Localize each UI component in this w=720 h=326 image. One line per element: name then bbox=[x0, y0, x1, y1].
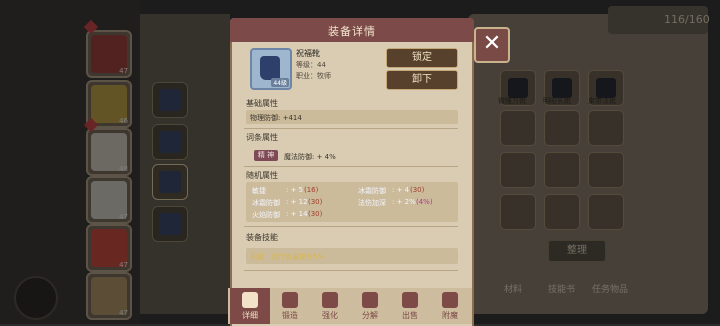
random-attr-max: (30) bbox=[410, 186, 425, 194]
tab-enchant[interactable]: 附魔 bbox=[430, 288, 470, 324]
affix-chip: 精 神 bbox=[254, 150, 278, 161]
divider bbox=[244, 128, 458, 129]
divider bbox=[244, 226, 458, 227]
item-class: 职业：牧师 bbox=[296, 72, 331, 80]
random-attr-label: 法伤加深 bbox=[358, 199, 386, 207]
skill-title: 装备技能 bbox=[246, 233, 278, 242]
base-attr-title: 基础属性 bbox=[246, 99, 278, 108]
random-attr-value: : + 5 bbox=[286, 186, 304, 194]
random-attr-value: : + 4 bbox=[392, 186, 410, 194]
tab-label: 锻造 bbox=[282, 311, 298, 320]
arrow-up-icon bbox=[322, 292, 338, 308]
random-attr-label: 敏捷 bbox=[252, 187, 266, 195]
tab-label: 详细 bbox=[242, 311, 258, 320]
close-button[interactable]: ✕ bbox=[474, 27, 510, 63]
tab-sell[interactable]: 出售 bbox=[390, 288, 430, 324]
random-attr-label: 冰霜防御 bbox=[358, 187, 386, 195]
random-attr-label: 冰霜防御 bbox=[252, 199, 280, 207]
random-attr-title: 随机属性 bbox=[246, 171, 278, 180]
item-level-badge: 44級 bbox=[271, 78, 289, 87]
tab-label: 分解 bbox=[362, 311, 378, 320]
divider bbox=[244, 270, 458, 271]
hammer-icon bbox=[362, 292, 378, 308]
tab-label: 附魔 bbox=[442, 311, 458, 320]
affix-attr-line: 魔法防御: + 4% bbox=[284, 153, 336, 161]
random-attr-max: (30) bbox=[308, 198, 323, 206]
base-attr-line: 物理防御: +414 bbox=[250, 114, 302, 122]
base-attr-box: 物理防御: +414 bbox=[246, 110, 458, 124]
tab-detail[interactable]: 详细 bbox=[230, 288, 270, 324]
tab-label: 强化 bbox=[322, 311, 338, 320]
random-attr-value: : + 12 bbox=[286, 198, 308, 206]
random-attr-max: (4%) bbox=[416, 198, 433, 206]
skill-line: 祝福：治疗效果提升5% bbox=[250, 253, 325, 261]
anvil-icon bbox=[282, 292, 298, 308]
random-attr-value: : + 14 bbox=[286, 210, 308, 218]
affix-attr-title: 词条属性 bbox=[246, 133, 278, 142]
divider bbox=[244, 166, 458, 167]
modal-tab-bar: 详细 锻造 强化 分解 出售 附魔 bbox=[228, 288, 472, 324]
tab-decompose[interactable]: 分解 bbox=[350, 288, 390, 324]
lock-button[interactable]: 锁定 bbox=[386, 48, 458, 68]
modal-title: 装备详情 bbox=[328, 25, 376, 38]
random-attr-max: (16) bbox=[304, 186, 319, 194]
tab-label: 出售 bbox=[402, 311, 418, 320]
modal-header: 装备详情 bbox=[230, 18, 474, 42]
equipment-detail-modal: 装备详情 44級 祝福靴 等级：44 职业：牧师 锁定 卸下 基础属性 物理防御… bbox=[230, 18, 474, 326]
random-attr-max: (30) bbox=[308, 210, 323, 218]
item-name: 祝福靴 bbox=[296, 49, 320, 58]
boot-icon: 44級 bbox=[250, 48, 292, 90]
magic-circle-icon bbox=[442, 292, 458, 308]
coin-icon bbox=[402, 292, 418, 308]
tab-forge[interactable]: 锻造 bbox=[270, 288, 310, 324]
item-level: 等级：44 bbox=[296, 61, 326, 69]
random-attr-value: : + 2% bbox=[392, 198, 416, 206]
skill-box: 祝福：治疗效果提升5% bbox=[246, 248, 458, 264]
tab-enhance[interactable]: 强化 bbox=[310, 288, 350, 324]
crossed-swords-icon bbox=[242, 292, 258, 308]
unequip-button[interactable]: 卸下 bbox=[386, 70, 458, 90]
random-attr-label: 火焰防御 bbox=[252, 211, 280, 219]
